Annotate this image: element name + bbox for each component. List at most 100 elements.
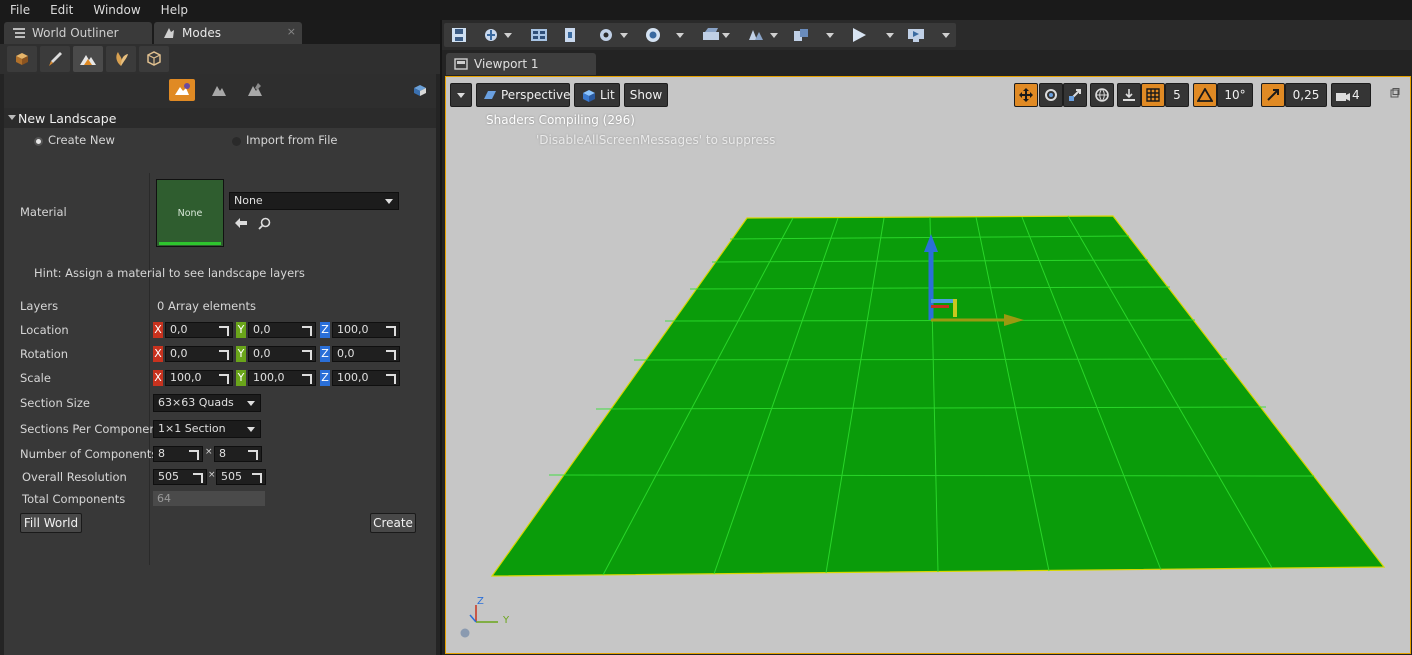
- world-local-button[interactable]: [1090, 83, 1114, 107]
- location-x-axis: X: [153, 322, 163, 338]
- left-panel: World Outliner Modes × New Landscape Cre…: [0, 20, 440, 655]
- grid-snap-value-button[interactable]: 5: [1165, 83, 1189, 107]
- resolution-times: ×: [208, 470, 216, 480]
- save-icon[interactable]: [450, 27, 468, 43]
- launch-dropdown-arrow[interactable]: [942, 33, 950, 38]
- scale-snap-value-button[interactable]: 0,25: [1285, 83, 1327, 107]
- foliage-mode-button[interactable]: [106, 46, 136, 72]
- blueprints-dropdown-arrow[interactable]: [676, 33, 684, 38]
- build-dropdown-arrow[interactable]: [770, 33, 778, 38]
- tab-world-outliner[interactable]: World Outliner: [4, 22, 152, 44]
- place-mode-button[interactable]: [7, 46, 37, 72]
- fill-world-button[interactable]: Fill World: [20, 513, 82, 533]
- rotate-mode-button[interactable]: [1039, 83, 1063, 107]
- tab-modes[interactable]: Modes ×: [154, 22, 302, 44]
- cinematics-dropdown-arrow[interactable]: [722, 33, 730, 38]
- marketplace-icon[interactable]: [561, 27, 579, 43]
- play-icon[interactable]: [850, 27, 868, 43]
- landscape-subtools: [4, 74, 436, 108]
- layers-value: 0 Array elements: [157, 299, 257, 313]
- scale-mode-button[interactable]: [1063, 83, 1087, 107]
- section-size-combo[interactable]: 63×63 Quads: [153, 394, 261, 412]
- tab-viewport-1[interactable]: Viewport 1: [446, 53, 596, 75]
- rotation-snap-value-button[interactable]: 10°: [1217, 83, 1253, 107]
- maximize-viewport-icon[interactable]: [1390, 88, 1400, 98]
- level-viewport[interactable]: Z Y Shaders Compiling (296) 'DisableAllS…: [445, 76, 1411, 654]
- material-combo[interactable]: None: [229, 192, 399, 210]
- location-y-field[interactable]: 0,0: [248, 322, 316, 338]
- build-icon[interactable]: [747, 27, 765, 43]
- scale-snap-toggle[interactable]: [1261, 83, 1285, 107]
- play-dropdown-arrow[interactable]: [886, 33, 894, 38]
- scale-y-field[interactable]: 100,0: [248, 370, 316, 386]
- compile-icon[interactable]: [792, 27, 810, 43]
- components-y-field[interactable]: 8: [214, 446, 262, 462]
- blueprints-icon[interactable]: [644, 27, 662, 43]
- menu-window[interactable]: Window: [83, 3, 150, 17]
- viewport-options-button[interactable]: [450, 83, 472, 107]
- lit-button[interactable]: Lit: [574, 83, 620, 107]
- translate-mode-button[interactable]: [1014, 83, 1038, 107]
- rotation-z-field[interactable]: 0,0: [332, 346, 400, 362]
- sculpt-tool-button[interactable]: [206, 79, 232, 101]
- settings-gear-icon[interactable]: [597, 27, 615, 43]
- material-thumbnail[interactable]: None: [156, 179, 224, 247]
- compile-dropdown-arrow[interactable]: [826, 33, 834, 38]
- overall-resolution-label: Overall Resolution: [22, 470, 127, 484]
- number-of-components-label: Number of Components: [20, 447, 158, 461]
- create-button[interactable]: Create: [370, 513, 416, 533]
- show-button[interactable]: Show: [624, 83, 668, 107]
- layers-label: Layers: [20, 299, 59, 313]
- location-x-field[interactable]: 0,0: [165, 322, 233, 338]
- settings-dropdown-arrow[interactable]: [620, 33, 628, 38]
- grid-snap-toggle[interactable]: [1141, 83, 1165, 107]
- left-tab-bar: World Outliner Modes ×: [0, 20, 440, 44]
- help-icon[interactable]: [460, 628, 470, 638]
- create-new-radio[interactable]: [34, 137, 43, 146]
- corner-axis-y: Y: [503, 615, 510, 626]
- surface-snap-button[interactable]: [1117, 83, 1141, 107]
- rotation-snap-toggle[interactable]: [1193, 83, 1217, 107]
- sections-per-component-combo[interactable]: 1×1 Section: [153, 420, 261, 438]
- scale-x-field[interactable]: 100,0: [165, 370, 233, 386]
- manage-tool-button[interactable]: [169, 79, 195, 101]
- launch-icon[interactable]: [907, 27, 925, 43]
- sculpt-icon: [212, 86, 226, 96]
- resolution-y-field[interactable]: 505: [216, 469, 266, 485]
- total-components-value: 64: [153, 491, 265, 506]
- rotation-y-field[interactable]: 0,0: [248, 346, 316, 362]
- total-components-label: Total Components: [22, 492, 126, 506]
- material-label: Material: [20, 205, 67, 219]
- cinematics-icon[interactable]: [702, 27, 720, 43]
- close-icon[interactable]: ×: [287, 25, 296, 38]
- browse-search-icon[interactable]: [258, 217, 271, 230]
- perspective-button[interactable]: Perspective: [476, 83, 571, 107]
- paint-tool-button[interactable]: [242, 79, 268, 101]
- scale-snap-value: 0,25: [1292, 88, 1320, 102]
- camera-speed-button[interactable]: 4: [1331, 83, 1371, 107]
- menu-file[interactable]: File: [0, 3, 40, 17]
- scale-z-field[interactable]: 100,0: [332, 370, 400, 386]
- material-thumbnail-text: None: [177, 207, 203, 219]
- paint-mode-button[interactable]: [40, 46, 70, 72]
- use-selected-arrow-icon[interactable]: [234, 217, 248, 229]
- source-control-icon[interactable]: [482, 27, 500, 43]
- import-from-file-radio[interactable]: [232, 137, 241, 146]
- main-toolbar: [442, 20, 1412, 50]
- source-control-dropdown-arrow[interactable]: [504, 33, 512, 38]
- geometry-mode-button[interactable]: [139, 46, 169, 72]
- new-landscape-header[interactable]: New Landscape: [4, 108, 436, 128]
- menu-help[interactable]: Help: [151, 3, 198, 17]
- scale-label: Scale: [20, 371, 51, 385]
- rotation-snap-value: 10°: [1224, 88, 1246, 102]
- menu-edit[interactable]: Edit: [40, 3, 83, 17]
- content-browser-icon[interactable]: [530, 27, 548, 43]
- location-z-field[interactable]: 100,0: [332, 322, 400, 338]
- rotation-x-field[interactable]: 0,0: [165, 346, 233, 362]
- components-x-field[interactable]: 8: [153, 446, 203, 462]
- landscape-mesh[interactable]: [446, 77, 1411, 654]
- brush-icon: [49, 52, 62, 66]
- landscape-mode-button[interactable]: [73, 46, 103, 72]
- settings-book-icon[interactable]: [412, 82, 428, 98]
- resolution-x-field[interactable]: 505: [153, 469, 207, 485]
